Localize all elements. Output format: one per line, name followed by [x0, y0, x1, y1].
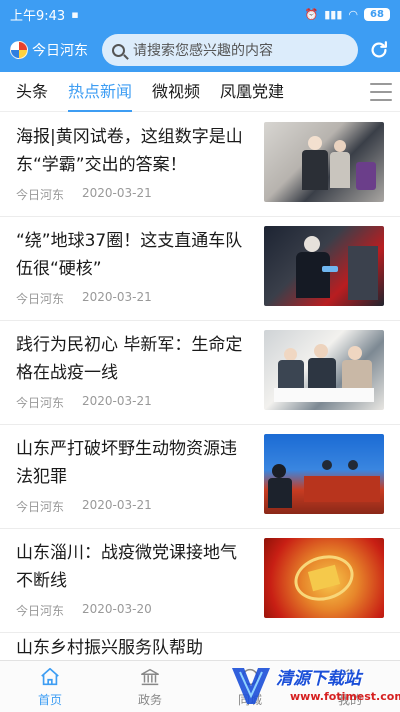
nav-profile[interactable]: 我的 — [300, 661, 400, 712]
news-source: 今日河东 — [16, 292, 65, 306]
category-tabs: 头条 热点新闻 微视频 凤凰党建 — [0, 72, 400, 112]
search-input[interactable]: 请搜索您感兴趣的内容 — [102, 34, 358, 66]
search-placeholder: 请搜索您感兴趣的内容 — [133, 43, 273, 59]
news-date: 2020-03-21 — [82, 394, 152, 408]
news-thumbnail — [264, 122, 384, 202]
tab-party-building[interactable]: 凤凰党建 — [210, 72, 294, 112]
news-title: “绕”地球37圈！这支直通车队伍很“硬核” — [16, 231, 243, 279]
home-icon — [41, 667, 59, 685]
news-item[interactable]: 山东淄川：战疫微党课接地气不断线 今日河东 2020-03-20 — [0, 529, 400, 633]
bottom-nav: 首页 政务 同城 我的 — [0, 660, 400, 712]
user-icon — [341, 668, 359, 685]
battery-icon: 68 — [364, 7, 390, 21]
nav-government[interactable]: 政务 — [100, 661, 200, 712]
news-date: 2020-03-21 — [82, 290, 152, 304]
news-date: 2020-03-20 — [82, 602, 152, 616]
news-thumbnail — [264, 330, 384, 410]
brand[interactable]: 今日河东 — [10, 40, 102, 60]
news-source: 今日河东 — [16, 188, 65, 202]
app-header: 今日河东 请搜索您感兴趣的内容 — [0, 28, 400, 72]
news-title: 海报|黄冈试卷，这组数字是山东“学霸”交出的答案！ — [16, 127, 243, 175]
news-date: 2020-03-21 — [82, 498, 152, 512]
tab-hot-news[interactable]: 热点新闻 — [58, 72, 142, 112]
news-title: 践行为民初心 毕新军：生命定格在战疫一线 — [16, 335, 243, 383]
city-icon — [241, 668, 259, 685]
search-icon — [112, 43, 125, 57]
news-thumbnail — [264, 434, 384, 514]
status-time: 上午9:43 — [10, 8, 66, 24]
tab-headlines[interactable]: 头条 — [6, 72, 58, 112]
signal-icon: ▮▮▮ — [324, 7, 343, 21]
app-name: 今日河东 — [32, 43, 88, 59]
government-icon — [141, 668, 159, 685]
wifi-icon: ◠ — [348, 7, 358, 21]
news-item-partial-title[interactable]: 山东乡村振兴服务队帮助 — [16, 634, 252, 656]
news-item[interactable]: 海报|黄冈试卷，这组数字是山东“学霸”交出的答案！ 今日河东 2020-03-2… — [0, 113, 400, 217]
tab-micro-video[interactable]: 微视频 — [142, 72, 210, 112]
news-thumbnail — [264, 226, 384, 306]
app-logo-icon — [10, 41, 28, 59]
news-thumbnail — [264, 538, 384, 618]
nav-home[interactable]: 首页 — [0, 661, 100, 712]
nav-profile-label: 我的 — [337, 692, 362, 707]
nav-home-label: 首页 — [37, 692, 62, 707]
alarm-icon: ⏰ — [304, 7, 319, 21]
news-item[interactable]: “绕”地球37圈！这支直通车队伍很“硬核” 今日河东 2020-03-21 — [0, 217, 400, 321]
nav-city-label: 同城 — [237, 692, 262, 707]
status-bar: 上午9:43 ▪ ⏰ ▮▮▮ ◠ 68 — [0, 0, 400, 28]
channel-menu-icon[interactable] — [370, 83, 392, 101]
news-title: 山东淄川：战疫微党课接地气不断线 — [16, 543, 237, 591]
news-feed: 海报|黄冈试卷，这组数字是山东“学霸”交出的答案！ 今日河东 2020-03-2… — [0, 113, 400, 633]
news-source: 今日河东 — [16, 396, 65, 410]
news-item[interactable]: 山东严打破坏野生动物资源违法犯罪 今日河东 2020-03-21 — [0, 425, 400, 529]
news-item[interactable]: 践行为民初心 毕新军：生命定格在战疫一线 今日河东 2020-03-21 — [0, 321, 400, 425]
notification-icon: ▪ — [71, 7, 79, 21]
news-source: 今日河东 — [16, 500, 65, 514]
news-date: 2020-03-21 — [82, 186, 152, 200]
nav-city[interactable]: 同城 — [200, 661, 300, 712]
refresh-icon[interactable] — [368, 39, 390, 61]
news-title: 山东严打破坏野生动物资源违法犯罪 — [16, 439, 237, 487]
nav-government-label: 政务 — [137, 692, 162, 707]
news-source: 今日河东 — [16, 604, 65, 618]
